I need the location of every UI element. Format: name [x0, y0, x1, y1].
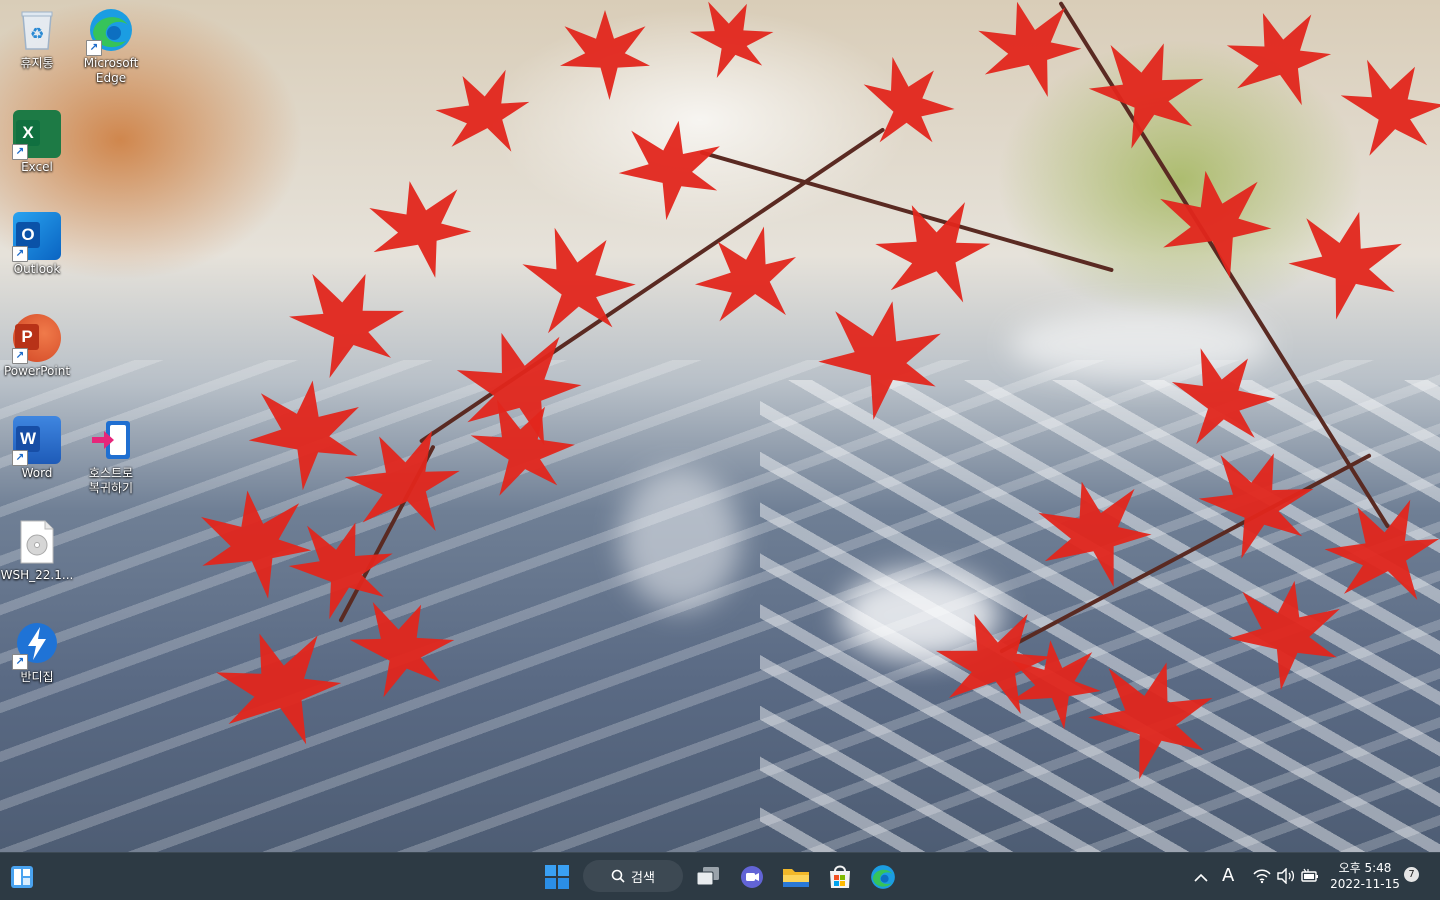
edge-icon	[871, 865, 895, 889]
desktop-icon-microsoft-edge[interactable]: ↗ Microsoft Edge	[74, 6, 148, 86]
desktop-icon-label: 호스트로 복귀하기	[74, 466, 148, 496]
shortcut-arrow-icon: ↗	[12, 348, 28, 364]
desktop-icon-wsh-file[interactable]: WSH_22.1...	[0, 518, 74, 583]
edge-taskbar-button[interactable]	[867, 861, 899, 893]
input-method-indicator[interactable]: A	[1222, 865, 1234, 886]
desktop-wallpaper	[0, 0, 1440, 852]
task-view-icon	[696, 867, 719, 886]
wallpaper-highlight	[1010, 310, 1270, 380]
desktop-icon-bandizip[interactable]: ↗ 반디집	[0, 620, 74, 685]
desktop-icon-recycle-bin[interactable]: ♻ 휴지통	[0, 6, 74, 71]
desktop-icon-label: Microsoft Edge	[74, 56, 148, 86]
folder-icon	[783, 869, 809, 887]
outlook-letter: O	[16, 222, 40, 248]
chevron-up-icon	[1194, 873, 1208, 882]
edge-icon: ↗	[86, 6, 135, 56]
start-button[interactable]	[541, 861, 573, 893]
battery-button[interactable]	[1300, 868, 1320, 888]
label-line: 복귀하기	[88, 481, 134, 495]
desktop-icon-label: PowerPoint	[3, 364, 71, 378]
wallpaper-leaf	[1278, 198, 1413, 333]
shortcut-arrow-icon: ↗	[12, 654, 28, 670]
desktop-icon-powerpoint[interactable]: P ↗ PowerPoint	[0, 314, 74, 379]
wallpaper-leaf	[842, 42, 969, 169]
powerpoint-icon: P ↗	[12, 314, 61, 364]
show-hidden-icons-button[interactable]	[1194, 869, 1208, 887]
shortcut-arrow-icon: ↗	[12, 144, 28, 160]
bandizip-icon: ↗	[12, 620, 61, 670]
shortcut-arrow-icon: ↗	[86, 40, 102, 56]
return-to-host-icon	[87, 416, 135, 464]
desktop-icon-label: Word	[21, 466, 53, 480]
shortcut-arrow-icon: ↗	[12, 246, 28, 262]
battery-plugged-icon	[1301, 868, 1318, 882]
desktop-icon-label: Excel	[21, 160, 53, 174]
desktop-icon-excel[interactable]: X ↗ Excel	[0, 110, 74, 175]
wallpaper-highlight	[620, 470, 740, 610]
svg-text:♻: ♻	[30, 24, 44, 43]
powerpoint-letter: P	[15, 324, 39, 350]
notification-count-badge[interactable]: 7	[1404, 867, 1419, 882]
word-icon: W ↗	[12, 416, 61, 466]
word-letter: W	[16, 426, 40, 452]
excel-icon: X ↗	[12, 110, 61, 160]
desktop-icon-label: WSH_22.1...	[0, 568, 74, 582]
desktop-icon-label: 반디집	[20, 670, 54, 684]
search-icon	[611, 869, 625, 883]
disc-image-file-icon	[13, 518, 61, 566]
label-line: Edge	[95, 71, 127, 85]
wallpaper-leaf	[680, 210, 821, 351]
taskbar-clock[interactable]: 오후 5:48 2022-11-15	[1330, 860, 1400, 892]
clock-time: 오후 5:48	[1338, 861, 1392, 875]
wallpaper-leaf	[1322, 42, 1440, 179]
network-button[interactable]	[1253, 868, 1271, 888]
wifi-icon	[1253, 869, 1271, 884]
desktop-icon-return-to-host[interactable]: 호스트로 복귀하기	[74, 416, 148, 496]
teams-chat-icon	[741, 866, 763, 888]
volume-button[interactable]	[1277, 867, 1295, 888]
windows-logo-icon	[545, 865, 569, 889]
wallpaper-leaf	[1075, 25, 1216, 166]
widgets-icon	[11, 866, 33, 888]
store-icon	[830, 865, 850, 888]
taskbar-search-button[interactable]: 검색	[583, 860, 683, 892]
excel-letter: X	[16, 120, 40, 146]
desktop-icon-label: Outlook	[13, 262, 61, 276]
shortcut-arrow-icon: ↗	[12, 450, 28, 466]
outlook-icon: O ↗	[12, 212, 61, 262]
recycle-bin-icon: ♻	[13, 6, 61, 54]
wallpaper-leaf	[361, 171, 480, 290]
wallpaper-leaf	[612, 112, 728, 228]
wallpaper-highlight	[840, 570, 1000, 660]
clock-date: 2022-11-15	[1330, 877, 1400, 891]
desktop-icon-label: 휴지통	[20, 56, 54, 70]
label-line: 호스트로	[88, 466, 134, 480]
desktop-icon-outlook[interactable]: O ↗ Outlook	[0, 212, 74, 277]
search-label: 검색	[631, 870, 655, 886]
taskbar: 검색 A 오후 5:48 2022-11-15	[0, 852, 1440, 900]
microsoft-store-button[interactable]	[824, 861, 856, 893]
label-line: Microsoft	[83, 56, 139, 70]
wallpaper-leaf	[424, 54, 547, 177]
wallpaper-leaf	[560, 10, 650, 100]
wallpaper-leaf	[1216, 0, 1344, 124]
wallpaper-leaf	[677, 0, 783, 93]
chat-button[interactable]	[736, 861, 768, 893]
speaker-icon	[1277, 867, 1295, 885]
task-view-button[interactable]	[692, 861, 724, 893]
wallpaper-leaf	[969, 0, 1091, 111]
desktop-icon-word[interactable]: W ↗ Word	[0, 416, 74, 481]
widgets-button[interactable]	[6, 861, 38, 893]
file-explorer-button[interactable]	[780, 861, 812, 893]
